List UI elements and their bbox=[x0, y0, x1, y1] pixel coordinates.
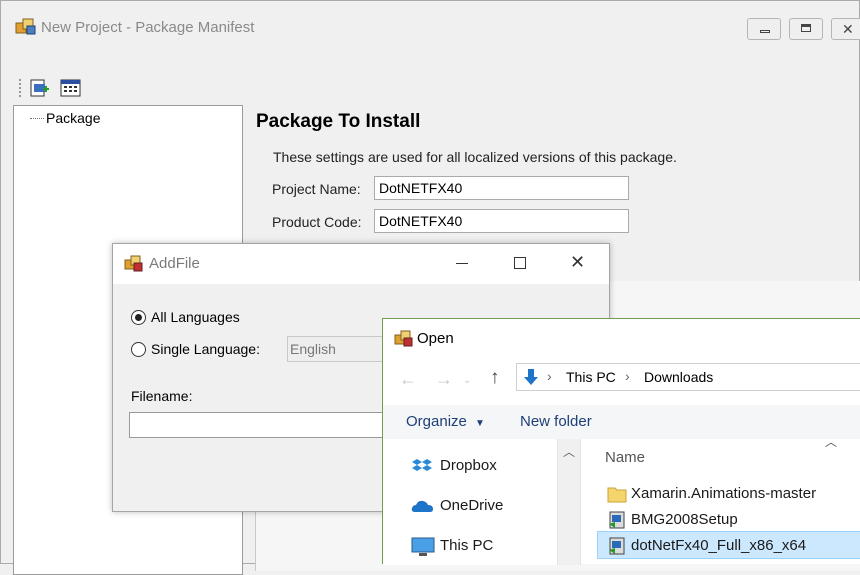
file-name: dotNetFx40_Full_x86_x64 bbox=[631, 537, 807, 554]
command-bar: Organize ▼ New folder bbox=[383, 405, 860, 439]
breadcrumb-separator: › bbox=[547, 368, 552, 384]
project-name-field[interactable]: DotNETFX40 bbox=[374, 176, 629, 200]
addfile-title: AddFile bbox=[149, 255, 200, 272]
sort-chevron-icon[interactable]: ︿ bbox=[825, 433, 837, 450]
close-icon: ✕ bbox=[842, 21, 854, 37]
nav-item-dropbox[interactable]: Dropbox bbox=[440, 457, 497, 474]
minimize-icon bbox=[760, 30, 770, 33]
minimize-button[interactable] bbox=[747, 18, 781, 40]
nav-scrollbar[interactable]: ︿ bbox=[557, 439, 581, 565]
new-folder-button[interactable]: New folder bbox=[520, 413, 592, 430]
nav-item-this-pc[interactable]: This PC bbox=[440, 537, 493, 554]
tree-connector bbox=[30, 118, 44, 119]
downloads-icon bbox=[524, 369, 538, 385]
up-arrow-icon[interactable]: ↑ bbox=[490, 367, 500, 389]
tree-item-package[interactable]: Package bbox=[46, 110, 100, 126]
product-code-field[interactable]: DotNETFX40 bbox=[374, 209, 629, 233]
properties-icon[interactable] bbox=[59, 77, 83, 99]
recent-chevron-icon[interactable]: ⌄ bbox=[463, 375, 471, 386]
breadcrumb-separator: › bbox=[625, 368, 630, 384]
page-title: Package To Install bbox=[256, 111, 421, 132]
all-languages-label[interactable]: All Languages bbox=[151, 309, 240, 325]
dropdown-triangle-icon: ▼ bbox=[475, 418, 485, 429]
app-icon bbox=[394, 330, 413, 347]
file-name: Xamarin.Animations-master bbox=[631, 485, 817, 502]
back-arrow-icon[interactable]: ← bbox=[399, 369, 417, 390]
single-language-label[interactable]: Single Language: bbox=[151, 341, 260, 357]
dropbox-icon bbox=[412, 459, 432, 471]
single-language-radio[interactable] bbox=[131, 342, 146, 357]
restore-button[interactable] bbox=[789, 18, 823, 40]
onedrive-icon bbox=[411, 500, 433, 512]
toolbar bbox=[15, 73, 95, 103]
organize-label: Organize bbox=[406, 413, 467, 430]
breadcrumb-this-pc[interactable]: This PC bbox=[566, 369, 616, 385]
scroll-up-chevron-icon[interactable]: ︿ bbox=[563, 443, 575, 460]
address-bar[interactable]: › This PC › Downloads bbox=[516, 363, 860, 391]
app-icon bbox=[124, 255, 143, 272]
organize-button[interactable]: Organize ▼ bbox=[406, 413, 485, 430]
filename-input[interactable] bbox=[129, 412, 391, 438]
file-name: BMG2008Setup bbox=[631, 511, 738, 528]
all-languages-radio[interactable] bbox=[131, 310, 146, 325]
toolbar-grip bbox=[19, 79, 21, 97]
restore-icon bbox=[801, 24, 811, 32]
radio-selected-dot bbox=[135, 314, 142, 321]
open-dialog-title: Open bbox=[417, 330, 454, 347]
add-file-icon[interactable] bbox=[29, 77, 51, 99]
minimize-icon[interactable] bbox=[456, 263, 468, 264]
app-icon bbox=[15, 18, 36, 35]
open-file-dialog: Open ← → ⌄ ↑ › This PC › Downloads Organ… bbox=[382, 318, 860, 565]
navigation-pane: Dropbox OneDrive This PC bbox=[383, 439, 557, 565]
setup-exe-icon bbox=[609, 511, 625, 529]
addfile-titlebar: AddFile ✕ bbox=[113, 244, 609, 284]
breadcrumb-downloads[interactable]: Downloads bbox=[644, 369, 713, 385]
computer-icon bbox=[411, 537, 435, 556]
product-code-label: Product Code: bbox=[272, 214, 362, 230]
setup-exe-icon bbox=[609, 537, 625, 555]
page-description: These settings are used for all localize… bbox=[273, 149, 677, 165]
project-name-label: Project Name: bbox=[272, 181, 361, 197]
name-column-header[interactable]: Name bbox=[605, 449, 645, 466]
window-title: New Project - Package Manifest bbox=[41, 19, 255, 36]
close-button[interactable]: ✕ bbox=[831, 18, 860, 40]
filename-label: Filename: bbox=[131, 388, 193, 404]
maximize-icon[interactable] bbox=[514, 257, 526, 269]
forward-arrow-icon[interactable]: → bbox=[435, 369, 453, 390]
language-select[interactable]: English bbox=[287, 336, 397, 362]
folder-icon bbox=[607, 487, 627, 503]
nav-item-onedrive[interactable]: OneDrive bbox=[440, 497, 503, 514]
close-icon[interactable]: ✕ bbox=[570, 252, 585, 273]
